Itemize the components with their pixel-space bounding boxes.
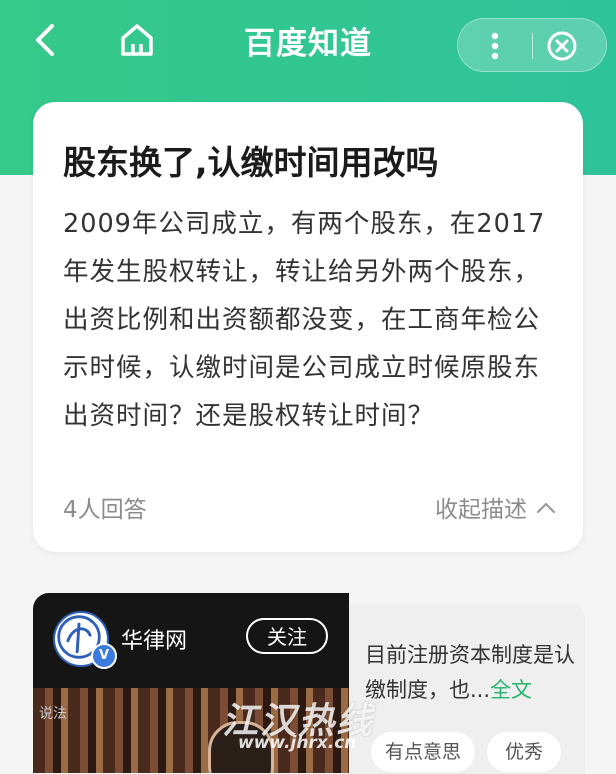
- chevron-up-icon: [536, 502, 556, 514]
- answer-excerpt: 目前注册资本制度是认缴制度，也...: [365, 643, 575, 702]
- capsule-divider: [532, 33, 533, 59]
- question-card: 股东换了,认缴时间用改吗 2009年公司成立，有两个股东，在2017年发生股权转…: [33, 102, 583, 552]
- tag-excellent[interactable]: 优秀: [487, 732, 561, 772]
- close-circle-icon[interactable]: [546, 30, 578, 62]
- more-vertical-icon[interactable]: [480, 29, 510, 63]
- collapse-description-button[interactable]: 收起描述: [435, 490, 557, 524]
- verified-badge: V: [91, 643, 117, 669]
- follow-button[interactable]: 关注: [246, 618, 328, 654]
- answer-count: 4人回答: [63, 497, 147, 523]
- question-title: 股东换了,认缴时间用改吗: [63, 143, 439, 182]
- collapse-label: 收起描述: [435, 497, 527, 523]
- answer-preview-card[interactable]: 目前注册资本制度是认缴制度，也...全文 有点意思 优秀: [349, 604, 585, 774]
- source-name: 华律网: [121, 629, 188, 654]
- question-description: 2009年公司成立，有两个股东，在2017年发生股权转让，转让给另外两个股东，出…: [63, 209, 546, 431]
- answer-preview-text: 目前注册资本制度是认缴制度，也...全文: [365, 638, 577, 708]
- watermark-url: www.jhrx.cn: [238, 733, 357, 753]
- video-overlay-label: 说法: [39, 706, 67, 722]
- top-nav-bar: 百度知道: [0, 0, 616, 86]
- tag-interesting[interactable]: 有点意思: [371, 732, 475, 772]
- mini-app-capsule: [457, 18, 607, 72]
- full-text-link[interactable]: 全文: [490, 678, 532, 702]
